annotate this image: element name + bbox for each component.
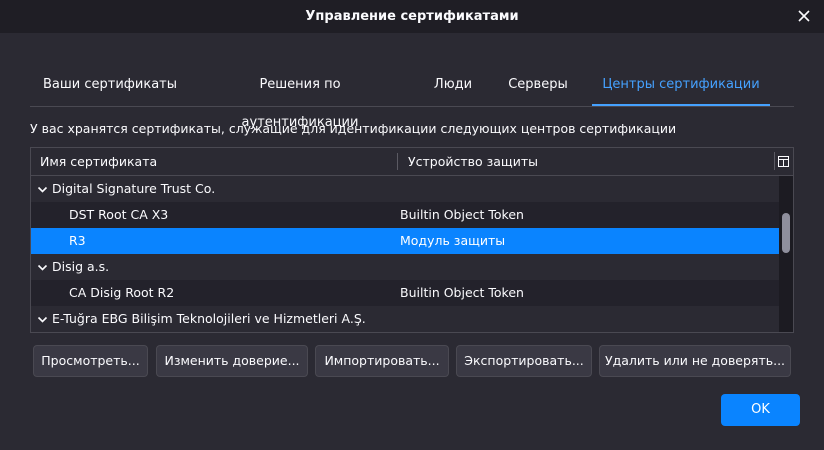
scrollbar-thumb[interactable]: [782, 213, 790, 253]
tree-row[interactable]: CA Disig Root R2 Builtin Object Token: [31, 280, 779, 306]
tree-scrollbar[interactable]: [779, 176, 793, 332]
chevron-down-icon[interactable]: [37, 314, 48, 325]
row-name: Disig a.s.: [52, 259, 110, 274]
close-icon: [798, 10, 810, 22]
tree-row-group[interactable]: Disig a.s.: [31, 254, 779, 280]
close-button[interactable]: [794, 6, 814, 26]
edit-trust-button[interactable]: Изменить доверие...: [156, 345, 308, 377]
ok-button[interactable]: OK: [721, 394, 800, 426]
tab-people[interactable]: Люди: [426, 66, 480, 104]
tree-row-group[interactable]: Digital Signature Trust Co.: [31, 176, 779, 202]
delete-or-distrust-button[interactable]: Удалить или не доверять...: [599, 345, 791, 377]
tree-row-selected[interactable]: R3 Модуль защиты: [31, 228, 779, 254]
tab-authorities[interactable]: Центры сертификации: [592, 66, 770, 106]
row-name: DST Root CA X3: [69, 207, 169, 222]
column-picker-button[interactable]: [774, 152, 791, 170]
row-device: Builtin Object Token: [400, 207, 524, 222]
tree-row-group[interactable]: E-Tuğra EBG Bilişim Teknolojileri ve Hiz…: [31, 306, 779, 332]
row-name: Digital Signature Trust Co.: [52, 181, 216, 196]
tab-your-certificates[interactable]: Ваши сертификаты: [38, 66, 182, 104]
column-separator[interactable]: [397, 153, 398, 170]
view-button[interactable]: Просмотреть...: [33, 345, 148, 377]
chevron-down-icon[interactable]: [37, 262, 48, 273]
column-picker-icon: [777, 155, 789, 167]
certificate-tree[interactable]: Имя сертификата Устройство защиты Digita…: [30, 147, 794, 333]
column-header-device[interactable]: Устройство защиты: [408, 148, 538, 175]
title-bar: Управление сертификатами: [0, 0, 824, 33]
export-button[interactable]: Экспортировать...: [456, 345, 592, 377]
row-name: CA Disig Root R2: [69, 285, 175, 300]
row-name: R3: [69, 233, 86, 248]
row-name: E-Tuğra EBG Bilişim Teknolojileri ve Hiz…: [52, 311, 366, 326]
row-device: Модуль защиты: [400, 233, 506, 248]
window-title: Управление сертификатами: [305, 9, 519, 24]
tab-servers[interactable]: Серверы: [500, 66, 576, 104]
tree-header: Имя сертификата Устройство защиты: [31, 148, 793, 176]
tree-rows: Digital Signature Trust Co. DST Root CA …: [31, 176, 779, 332]
row-device: Builtin Object Token: [400, 285, 524, 300]
certificate-manager-dialog: Управление сертификатами Ваши сертификат…: [0, 0, 824, 450]
import-button[interactable]: Импортировать...: [315, 345, 449, 377]
column-header-name[interactable]: Имя сертификата: [40, 148, 157, 175]
chevron-down-icon[interactable]: [37, 184, 48, 195]
tab-authentication-decisions[interactable]: Решения по аутентификации: [200, 66, 400, 130]
tree-row[interactable]: DST Root CA X3 Builtin Object Token: [31, 202, 779, 228]
description-text: У вас хранятся сертификаты, служащие для…: [30, 121, 677, 136]
tab-bar: Ваши сертификаты Решения по аутентификац…: [30, 66, 794, 130]
